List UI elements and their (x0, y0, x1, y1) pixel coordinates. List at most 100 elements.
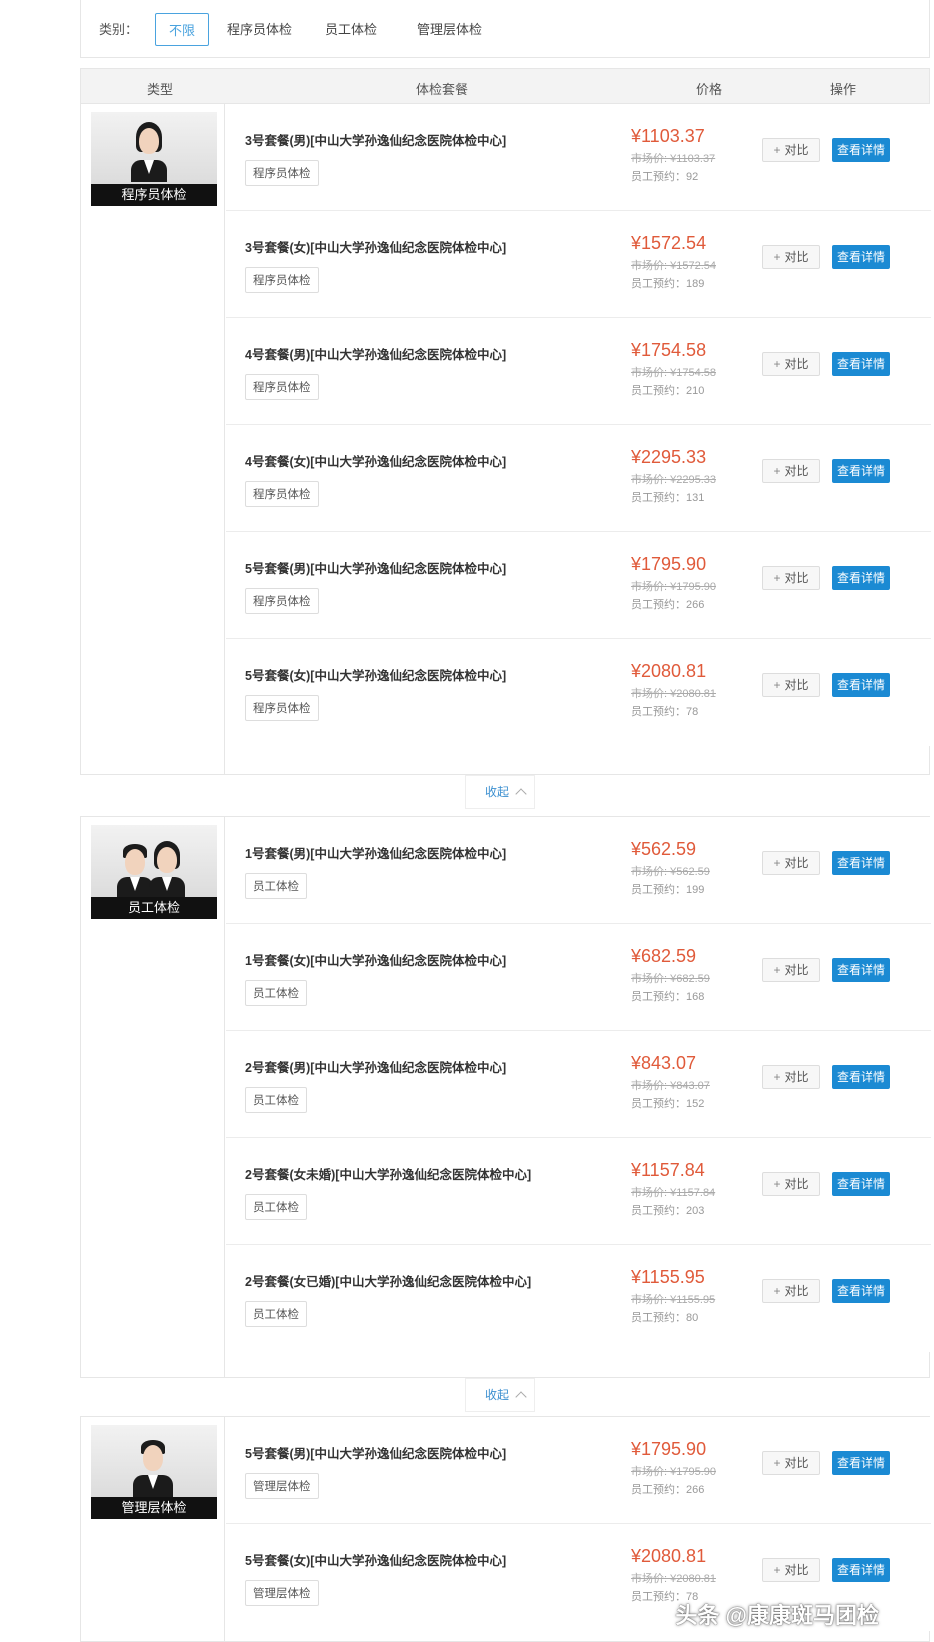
type-card-management: 管理层体检 (91, 1425, 217, 1519)
package-name[interactable]: 4号套餐(男)[中山大学孙逸仙纪念医院体检中心] (245, 344, 506, 363)
compare-button[interactable]: + 对比 (762, 1065, 820, 1089)
filter-option-programmer[interactable]: 程序员体检 (227, 19, 292, 38)
market-price: 市场价: ¥1754.58 (631, 367, 716, 379)
compare-button[interactable]: + 对比 (762, 566, 820, 590)
compare-label: 对比 (784, 571, 809, 585)
type-card-employee: 员工体检 (91, 825, 217, 919)
compare-button[interactable]: + 对比 (762, 851, 820, 875)
compare-button[interactable]: + 对比 (762, 1172, 820, 1196)
filter-option-management[interactable]: 管理层体检 (417, 19, 482, 38)
compare-label: 对比 (784, 1177, 809, 1191)
chevron-up-icon (515, 1391, 527, 1403)
plus-icon: + (773, 1177, 781, 1191)
package-tag: 员工体检 (245, 1194, 307, 1220)
view-details-button[interactable]: 查看详情 (832, 958, 890, 982)
package-name[interactable]: 5号套餐(女)[中山大学孙逸仙纪念医院体检中心] (245, 665, 506, 684)
view-details-button[interactable]: 查看详情 (832, 245, 890, 269)
package-row: 3号套餐(男)[中山大学孙逸仙纪念医院体检中心] 程序员体检 ¥1103.37 市场价… (226, 104, 931, 211)
package-row: 1号套餐(男)[中山大学孙逸仙纪念医院体检中心] 员工体检 ¥562.59 市场价: … (226, 817, 931, 924)
compare-label: 对比 (784, 1456, 809, 1470)
package-name[interactable]: 5号套餐(男)[中山大学孙逸仙纪念医院体检中心] (245, 558, 506, 577)
plus-icon: + (773, 678, 781, 692)
package-row: 5号套餐(女)[中山大学孙逸仙纪念医院体检中心] 程序员体检 ¥2080.81 市场价… (226, 639, 931, 746)
compare-label: 对比 (784, 856, 809, 870)
view-details-button[interactable]: 查看详情 (832, 851, 890, 875)
view-details-button[interactable]: 查看详情 (832, 1065, 890, 1089)
compare-label: 对比 (784, 357, 809, 371)
collapse-button[interactable]: 收起 (465, 1378, 535, 1412)
compare-button[interactable]: + 对比 (762, 352, 820, 376)
booking-count: 员工预约：199 (631, 884, 705, 896)
compare-label: 对比 (784, 464, 809, 478)
price: ¥1754.58 (631, 340, 707, 360)
package-name[interactable]: 1号套餐(女)[中山大学孙逸仙纪念医院体检中心] (245, 950, 506, 969)
category-filter-bar: 类别： 不限 程序员体检 员工体检 管理层体检 (80, 0, 930, 58)
price: ¥1795.90 (631, 1439, 707, 1459)
market-price: 市场价: ¥1157.84 (631, 1187, 716, 1199)
booking-count: 员工预约：189 (631, 278, 705, 290)
view-details-button[interactable]: 查看详情 (832, 1558, 890, 1582)
package-name[interactable]: 2号套餐(女已婚)[中山大学孙逸仙纪念医院体检中心] (245, 1271, 531, 1290)
package-tag: 程序员体检 (245, 160, 319, 186)
plus-icon: + (773, 357, 781, 371)
market-price: 市场价: ¥562.59 (631, 866, 710, 878)
package-name[interactable]: 2号套餐(男)[中山大学孙逸仙纪念医院体检中心] (245, 1057, 506, 1076)
package-row: 2号套餐(男)[中山大学孙逸仙纪念医院体检中心] 员工体检 ¥843.07 市场价: … (226, 1031, 931, 1138)
package-row: 5号套餐(男)[中山大学孙逸仙纪念医院体检中心] 管理层体检 ¥1795.90 市场价… (226, 1417, 931, 1524)
compare-button[interactable]: + 对比 (762, 1451, 820, 1475)
view-details-button[interactable]: 查看详情 (832, 1279, 890, 1303)
plus-icon: + (773, 1456, 781, 1470)
header-type: 类型 (147, 82, 174, 97)
view-details-button[interactable]: 查看详情 (832, 566, 890, 590)
compare-button[interactable]: + 对比 (762, 459, 820, 483)
price: ¥562.59 (631, 839, 697, 859)
view-details-button[interactable]: 查看详情 (832, 352, 890, 376)
booking-count: 员工预约：266 (631, 599, 705, 611)
market-price: 市场价: ¥1795.90 (631, 581, 716, 593)
package-name[interactable]: 3号套餐(男)[中山大学孙逸仙纪念医院体检中心] (245, 130, 506, 149)
type-column: 员工体检 (81, 817, 225, 1377)
view-details-button[interactable]: 查看详情 (832, 459, 890, 483)
package-name[interactable]: 1号套餐(男)[中山大学孙逸仙纪念医院体检中心] (245, 843, 506, 862)
package-name[interactable]: 2号套餐(女未婚)[中山大学孙逸仙纪念医院体检中心] (245, 1164, 531, 1183)
package-name[interactable]: 4号套餐(女)[中山大学孙逸仙纪念医院体检中心] (245, 451, 506, 470)
filter-option-employee[interactable]: 员工体检 (325, 19, 377, 38)
package-name[interactable]: 5号套餐(男)[中山大学孙逸仙纪念医院体检中心] (245, 1443, 506, 1462)
price: ¥2295.33 (631, 447, 707, 467)
booking-count: 员工预约：266 (631, 1484, 705, 1496)
collapse-button[interactable]: 收起 (465, 775, 535, 809)
plus-icon: + (773, 963, 781, 977)
compare-label: 对比 (784, 1563, 809, 1577)
market-price: 市场价: ¥843.07 (631, 1080, 710, 1092)
package-tag: 程序员体检 (245, 588, 319, 614)
compare-button[interactable]: + 对比 (762, 958, 820, 982)
compare-button[interactable]: + 对比 (762, 673, 820, 697)
package-row: 2号套餐(女已婚)[中山大学孙逸仙纪念医院体检中心] 员工体检 ¥1155.95 市场… (226, 1245, 931, 1352)
package-name[interactable]: 3号套餐(女)[中山大学孙逸仙纪念医院体检中心] (245, 237, 506, 256)
price: ¥2080.81 (631, 661, 707, 681)
table-header: 类型 体检套餐 价格 操作 (80, 68, 930, 104)
package-tag: 员工体检 (245, 980, 307, 1006)
view-details-button[interactable]: 查看详情 (832, 1451, 890, 1475)
compare-button[interactable]: + 对比 (762, 1558, 820, 1582)
view-details-button[interactable]: 查看详情 (832, 138, 890, 162)
chevron-up-icon (515, 788, 527, 800)
package-tag: 员工体检 (245, 873, 307, 899)
booking-count: 员工预约：131 (631, 492, 705, 504)
package-group-employee: 员工体检 1号套餐(男)[中山大学孙逸仙纪念医院体检中心] 员工体检 ¥562.59… (80, 816, 931, 1378)
compare-button[interactable]: + 对比 (762, 138, 820, 162)
booking-count: 员工预约：92 (631, 171, 699, 183)
compare-label: 对比 (784, 963, 809, 977)
package-name[interactable]: 5号套餐(女)[中山大学孙逸仙纪念医院体检中心] (245, 1550, 506, 1569)
filter-option-unlimited[interactable]: 不限 (155, 13, 210, 46)
view-details-button[interactable]: 查看详情 (832, 673, 890, 697)
market-price: 市场价: ¥2080.81 (631, 1573, 716, 1585)
compare-button[interactable]: + 对比 (762, 245, 820, 269)
price: ¥1572.54 (631, 233, 707, 253)
price: ¥2080.81 (631, 1546, 707, 1566)
compare-button[interactable]: + 对比 (762, 1279, 820, 1303)
booking-count: 员工预约：78 (631, 706, 699, 718)
plus-icon: + (773, 250, 781, 264)
view-details-button[interactable]: 查看详情 (832, 1172, 890, 1196)
male-avatar-photo (91, 1425, 217, 1497)
